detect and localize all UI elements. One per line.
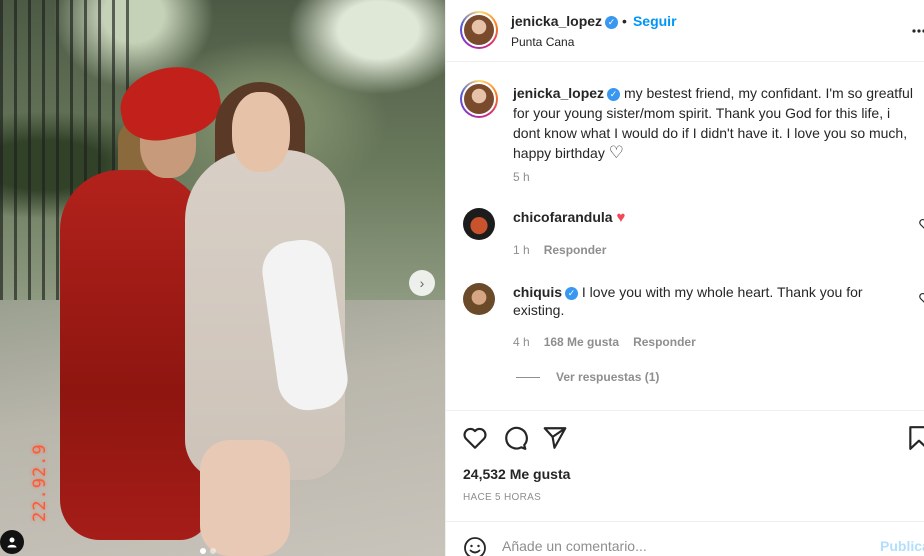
comment-username[interactable]: chicofarandula (513, 209, 613, 225)
photo-date-stamp: 22.92.9 (30, 443, 50, 522)
verified-badge-icon: ✓ (605, 15, 619, 29)
smiley-icon[interactable] (463, 536, 487, 556)
user-icon (7, 537, 17, 548)
avatar[interactable] (460, 11, 498, 49)
verified-badge-icon: ✓ (565, 286, 579, 300)
view-replies-button[interactable]: Ver respuestas (1) (516, 370, 659, 384)
avatar[interactable] (463, 283, 495, 315)
caption-time: 5 h (513, 170, 530, 184)
location-link[interactable]: Punta Cana (511, 35, 574, 49)
photo-face-right (232, 92, 290, 172)
post-actions: 24,532 Me gusta HACE 5 HORAS Publicar (446, 410, 924, 556)
more-options-icon[interactable] (912, 28, 924, 34)
divider-line (516, 377, 540, 379)
avatar[interactable] (460, 80, 498, 118)
comment-like-heart-icon[interactable] (919, 218, 924, 230)
red-heart-icon: ♥ (616, 209, 626, 226)
paper-plane-icon[interactable] (542, 425, 568, 451)
caption-username[interactable]: jenicka_lopez (513, 85, 604, 101)
comment-likes-count[interactable]: 168 Me gusta (544, 335, 619, 349)
chevron-right-icon: › (419, 275, 425, 291)
carousel-dot (200, 548, 206, 554)
carousel-next-button[interactable]: › (409, 270, 435, 296)
publish-button[interactable]: Publicar (880, 538, 924, 554)
separator-dot: • (622, 13, 627, 29)
post-photo[interactable]: 22.92.9 › (0, 0, 445, 556)
comment-time: 1 h (513, 243, 530, 257)
heart-outline-icon[interactable] (462, 425, 488, 451)
likes-count[interactable]: 24,532 Me gusta (463, 466, 570, 482)
avatar[interactable] (463, 208, 495, 240)
add-comment-bar: Publicar (446, 521, 924, 556)
post-header: jenicka_lopez ✓ • Seguir Punta Cana (446, 0, 924, 62)
comment-like-heart-icon[interactable] (919, 292, 924, 304)
post-side-panel: jenicka_lopez ✓ • Seguir Punta Cana jenicka… (445, 0, 924, 556)
header-username[interactable]: jenicka_lopez (511, 13, 602, 29)
tagged-users-button[interactable] (0, 530, 24, 554)
photo-legs (200, 440, 290, 556)
carousel-indicator (200, 548, 216, 554)
comment-time: 4 h (513, 335, 530, 349)
follow-button[interactable]: Seguir (633, 13, 677, 29)
reply-button[interactable]: Responder (544, 243, 607, 257)
heart-emoji-icon: ♡ (608, 143, 624, 162)
verified-badge-icon: ✓ (607, 87, 621, 101)
bookmark-icon[interactable] (906, 425, 924, 451)
reply-button[interactable]: Responder (633, 335, 696, 349)
posted-time: HACE 5 HORAS (463, 492, 542, 503)
carousel-dot (210, 548, 216, 554)
speech-bubble-icon[interactable] (502, 425, 528, 451)
view-replies-label: Ver respuestas (1) (556, 370, 660, 384)
comment-input[interactable] (502, 534, 862, 556)
comment-username[interactable]: chiquis (513, 284, 562, 300)
